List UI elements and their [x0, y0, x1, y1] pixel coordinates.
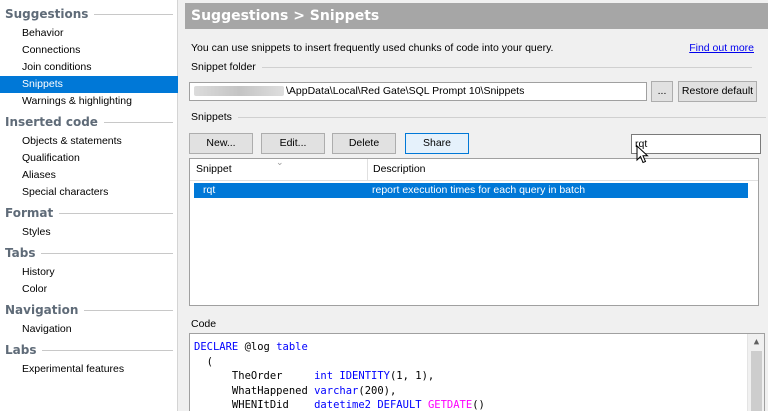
- page-title: Suggestions > Snippets: [185, 3, 768, 29]
- column-divider[interactable]: [367, 159, 368, 181]
- nav-section-tabs: Tabs: [5, 246, 173, 260]
- code-line-5: WHENItDid datetime2 DEFAULT GETDATE(): [194, 399, 485, 411]
- nav-item-connections[interactable]: Connections: [0, 42, 178, 59]
- snippets-table: ⌄ Snippet Description rqt report executi…: [189, 157, 759, 306]
- browse-folder-button[interactable]: ...: [651, 81, 673, 102]
- code-line-1: DECLARE @log table: [194, 341, 308, 353]
- restore-default-button[interactable]: Restore default: [678, 81, 757, 102]
- scroll-up-arrow-icon[interactable]: ▲: [748, 334, 764, 350]
- page-description: You can use snippets to insert frequentl…: [191, 42, 554, 54]
- find-out-more-link[interactable]: Find out more: [689, 42, 754, 54]
- share-snippet-button[interactable]: Share: [405, 133, 469, 154]
- nav-item-warnings-highlighting[interactable]: Warnings & highlighting: [0, 93, 178, 110]
- new-snippet-button[interactable]: New...: [189, 133, 253, 154]
- nav-item-objects-statements[interactable]: Objects & statements: [0, 133, 178, 150]
- cell-description: report execution times for each query in…: [372, 184, 586, 196]
- snippet-folder-field[interactable]: \AppData\Local\Red Gate\SQL Prompt 10\Sn…: [189, 82, 647, 101]
- nav-item-aliases[interactable]: Aliases: [0, 167, 178, 184]
- redacted-path-segment: [194, 86, 284, 97]
- code-scrollbar[interactable]: ▲: [747, 334, 764, 411]
- nav-section-inserted-code: Inserted code: [5, 115, 173, 129]
- snippet-search-input[interactable]: rqt: [631, 134, 761, 154]
- nav-item-snippets[interactable]: Snippets: [0, 76, 178, 93]
- column-header-description[interactable]: Description: [373, 163, 426, 175]
- nav-section-suggestions: Suggestions: [5, 7, 173, 21]
- code-line-2: (: [194, 355, 213, 368]
- snippets-panel: Suggestions > Snippets You can use snipp…: [185, 0, 768, 411]
- nav-item-navigation[interactable]: Navigation: [0, 321, 178, 338]
- nav-item-special-characters[interactable]: Special characters: [0, 184, 178, 201]
- code-label: Code: [191, 318, 217, 330]
- options-nav: Suggestions Behavior Connections Join co…: [0, 0, 178, 411]
- column-header-snippet[interactable]: Snippet: [196, 163, 232, 175]
- snippet-folder-group: Snippet folder: [191, 61, 752, 73]
- nav-section-navigation: Navigation: [5, 303, 173, 317]
- nav-section-labs: Labs: [5, 343, 173, 357]
- sort-chevron-icon: ⌄: [276, 157, 284, 167]
- nav-item-qualification[interactable]: Qualification: [0, 150, 178, 167]
- nav-item-styles[interactable]: Styles: [0, 224, 178, 241]
- nav-section-format: Format: [5, 206, 173, 220]
- nav-item-experimental-features[interactable]: Experimental features: [0, 361, 178, 378]
- delete-snippet-button[interactable]: Delete: [332, 133, 396, 154]
- code-editor[interactable]: DECLARE @log table ( TheOrder int IDENTI…: [189, 333, 765, 411]
- table-header: ⌄ Snippet Description: [190, 157, 758, 181]
- nav-item-history[interactable]: History: [0, 264, 178, 281]
- nav-item-join-conditions[interactable]: Join conditions: [0, 59, 178, 76]
- snippets-group: Snippets: [191, 111, 766, 123]
- mouse-pointer-icon: [636, 145, 649, 164]
- nav-item-color[interactable]: Color: [0, 281, 178, 298]
- code-line-4: WhatHappened varchar(200),: [194, 384, 397, 397]
- edit-snippet-button[interactable]: Edit...: [261, 133, 325, 154]
- nav-item-behavior[interactable]: Behavior: [0, 25, 178, 42]
- table-row[interactable]: rqt report execution times for each quer…: [194, 183, 748, 198]
- code-line-3: TheOrder int IDENTITY(1, 1),: [194, 370, 435, 382]
- cell-snippet: rqt: [203, 184, 216, 196]
- scroll-thumb[interactable]: [751, 351, 762, 411]
